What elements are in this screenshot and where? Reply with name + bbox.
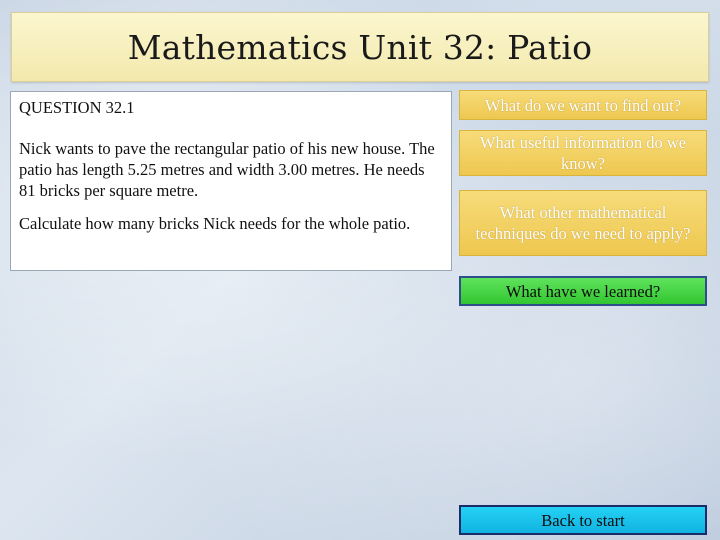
techniques-button[interactable]: What other mathematical techniques do we…: [459, 190, 707, 256]
learned-button[interactable]: What have we learned?: [459, 276, 707, 306]
back-to-start-button[interactable]: Back to start: [459, 505, 707, 535]
find-out-button[interactable]: What do we want to find out?: [459, 90, 707, 120]
title-bar: Mathematics Unit 32: Patio: [11, 12, 709, 82]
question-task: Calculate how many bricks Nick needs for…: [19, 214, 411, 233]
question-heading: QUESTION 32.1: [19, 98, 135, 117]
techniques-label: What other mathematical techniques do we…: [475, 203, 691, 243]
useful-info-button[interactable]: What useful information do we know?: [459, 130, 707, 176]
find-out-label: What do we want to find out?: [484, 95, 682, 115]
slide-title: Mathematics Unit 32: Patio: [127, 27, 593, 67]
learned-label: What have we learned?: [505, 281, 661, 301]
question-box: QUESTION 32.1 Nick wants to pave the rec…: [10, 91, 452, 271]
useful-info-label: What useful information do we know?: [479, 133, 687, 173]
question-body: Nick wants to pave the rectangular patio…: [19, 139, 435, 200]
back-to-start-label: Back to start: [541, 510, 625, 530]
